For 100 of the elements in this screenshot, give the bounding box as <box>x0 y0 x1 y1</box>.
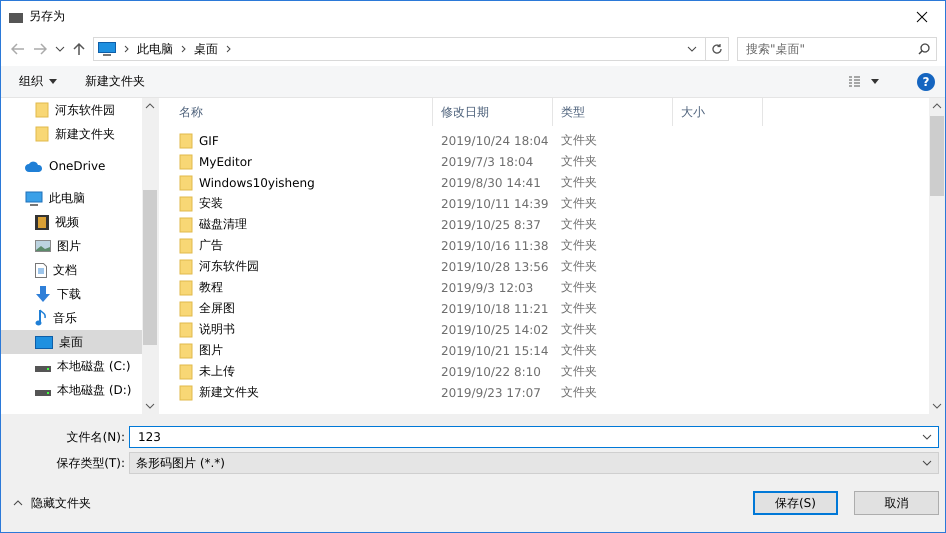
sidebar-item[interactable]: 图片 <box>1 234 142 258</box>
folder-icon <box>35 126 49 142</box>
folder-icon <box>179 322 193 338</box>
column-header[interactable]: 大小 <box>673 98 763 126</box>
folder-icon <box>179 154 193 170</box>
file-type-dropdown[interactable]: 条形码图片 (*.*) <box>129 452 939 474</box>
refresh-icon <box>711 43 723 55</box>
type-cell-text: 文件夹 <box>560 363 598 380</box>
breadcrumb-item[interactable]: 此电脑 <box>137 40 173 58</box>
save-button[interactable]: 保存(S) <box>753 491 838 515</box>
date-cell-text: 2019/10/11 14:39 <box>440 196 550 210</box>
scroll-thumb[interactable] <box>930 116 944 196</box>
chevron-right-icon <box>226 45 231 53</box>
date-cell-text: 2019/9/3 12:03 <box>440 280 534 294</box>
sidebar-item[interactable]: 音乐 <box>1 306 142 330</box>
folder-icon <box>179 174 193 190</box>
sidebar-item[interactable]: 视频 <box>1 210 142 234</box>
file-name-cell[interactable]: 图片 <box>171 342 433 359</box>
type-cell-text: 文件夹 <box>560 384 598 401</box>
sidebar-item[interactable]: 文档 <box>1 258 142 282</box>
folder-icon <box>179 132 193 148</box>
type-cell-text: 文件夹 <box>560 132 598 149</box>
folder-icon <box>179 216 193 232</box>
sidebar-item[interactable]: 桌面 <box>1 330 142 354</box>
folder-icon <box>179 280 193 296</box>
desktop-icon <box>35 336 53 348</box>
sidebar-item[interactable]: OneDrive <box>1 154 142 178</box>
folder-icon <box>179 384 193 400</box>
chevron-icon <box>922 460 932 466</box>
folder-icon <box>179 196 193 212</box>
file-name-cell[interactable]: 广告 <box>171 237 433 254</box>
type-cell-text: 文件夹 <box>560 258 598 275</box>
recent-dropdown-button[interactable] <box>55 46 65 52</box>
breadcrumb-item[interactable]: 桌面 <box>194 40 218 58</box>
search-field[interactable]: 搜索"桌面" <box>737 37 937 61</box>
history-dropdown-button[interactable] <box>687 46 697 52</box>
file-name-cell[interactable]: 安装 <box>171 195 433 212</box>
file-name-cell[interactable]: Windows10yisheng <box>171 174 433 190</box>
monitor-icon <box>25 190 43 206</box>
date-cell-text: 2019/10/24 18:04 <box>440 134 550 148</box>
chevron-right-icon <box>181 45 186 53</box>
type-cell-text: 文件夹 <box>560 174 598 191</box>
column-header[interactable]: 修改日期 <box>433 98 553 126</box>
sidebar-item[interactable]: 新建文件夹 <box>1 122 142 146</box>
folder-icon <box>179 300 193 316</box>
type-cell-text: 文件夹 <box>560 153 598 170</box>
scroll-thumb[interactable] <box>143 190 157 345</box>
window-title: 另存为 <box>29 8 66 25</box>
chevron-icon <box>55 46 65 52</box>
date-cell-text: 2019/10/18 11:21 <box>440 302 550 316</box>
organize-menu-button[interactable]: 组织 <box>19 73 57 90</box>
sidebar-item[interactable]: 本地磁盘 (C:) <box>1 354 142 378</box>
sidebar-item[interactable]: 河东软件园 <box>1 98 142 122</box>
film-icon <box>35 214 49 230</box>
up-button[interactable] <box>73 42 85 56</box>
date-cell-text: 2019/10/28 13:56 <box>440 260 550 274</box>
file-name-cell[interactable]: 河东软件园 <box>171 258 433 275</box>
folder-icon <box>179 238 193 254</box>
file-name-cell[interactable]: 新建文件夹 <box>171 384 433 401</box>
filename-field[interactable]: 123 <box>129 426 939 448</box>
type-cell-text: 文件夹 <box>560 342 598 359</box>
sidebar-item[interactable]: 下载 <box>1 282 142 306</box>
back-button[interactable] <box>11 43 25 55</box>
folder-icon <box>179 258 193 274</box>
chevron-right-icon <box>124 45 129 53</box>
file-name-cell[interactable]: MyEditor <box>171 154 433 170</box>
app-icon <box>9 10 23 22</box>
folder-icon <box>35 102 49 118</box>
file-name-cell[interactable]: 说明书 <box>171 321 433 338</box>
forward-button[interactable] <box>33 43 47 55</box>
filename-input[interactable]: 123 <box>136 429 922 445</box>
cancel-button[interactable]: 取消 <box>854 491 939 515</box>
sidebar-item[interactable]: 本地磁盘 (D:) <box>1 378 142 402</box>
file-type-label: 保存类型(T): <box>55 454 126 472</box>
scrollbar[interactable] <box>142 98 158 414</box>
file-name-cell[interactable]: 磁盘清理 <box>171 216 433 233</box>
document-icon <box>35 262 47 278</box>
date-cell-text: 2019/10/22 8:10 <box>440 364 542 378</box>
chevron-icon <box>687 46 697 52</box>
hide-folders-button[interactable]: 隐藏文件夹 <box>13 494 91 512</box>
file-name-cell[interactable]: GIF <box>171 132 433 148</box>
chevron-icon <box>922 434 932 440</box>
view-options-button[interactable] <box>849 76 879 88</box>
column-header[interactable]: 类型 <box>553 98 673 126</box>
picture-icon <box>35 240 51 252</box>
date-cell-text: 2019/10/25 8:37 <box>440 218 542 232</box>
file-name-cell[interactable]: 全屏图 <box>171 300 433 317</box>
address-bar[interactable]: 此电脑 桌面 <box>93 37 729 61</box>
help-button[interactable]: ? <box>917 72 935 90</box>
music-note-icon <box>35 309 47 327</box>
new-folder-button[interactable]: 新建文件夹 <box>85 73 145 90</box>
file-name-cell[interactable]: 教程 <box>171 279 433 296</box>
column-header[interactable]: 名称 <box>159 98 433 126</box>
chevron-icon <box>13 500 23 506</box>
file-name-cell[interactable]: 未上传 <box>171 363 433 380</box>
sidebar-item[interactable]: 此电脑 <box>1 186 142 210</box>
scrollbar[interactable] <box>929 98 945 414</box>
close-icon <box>916 10 928 22</box>
date-cell-text: 2019/10/16 11:38 <box>440 238 550 252</box>
date-cell-text: 2019/9/23 17:07 <box>440 386 542 400</box>
